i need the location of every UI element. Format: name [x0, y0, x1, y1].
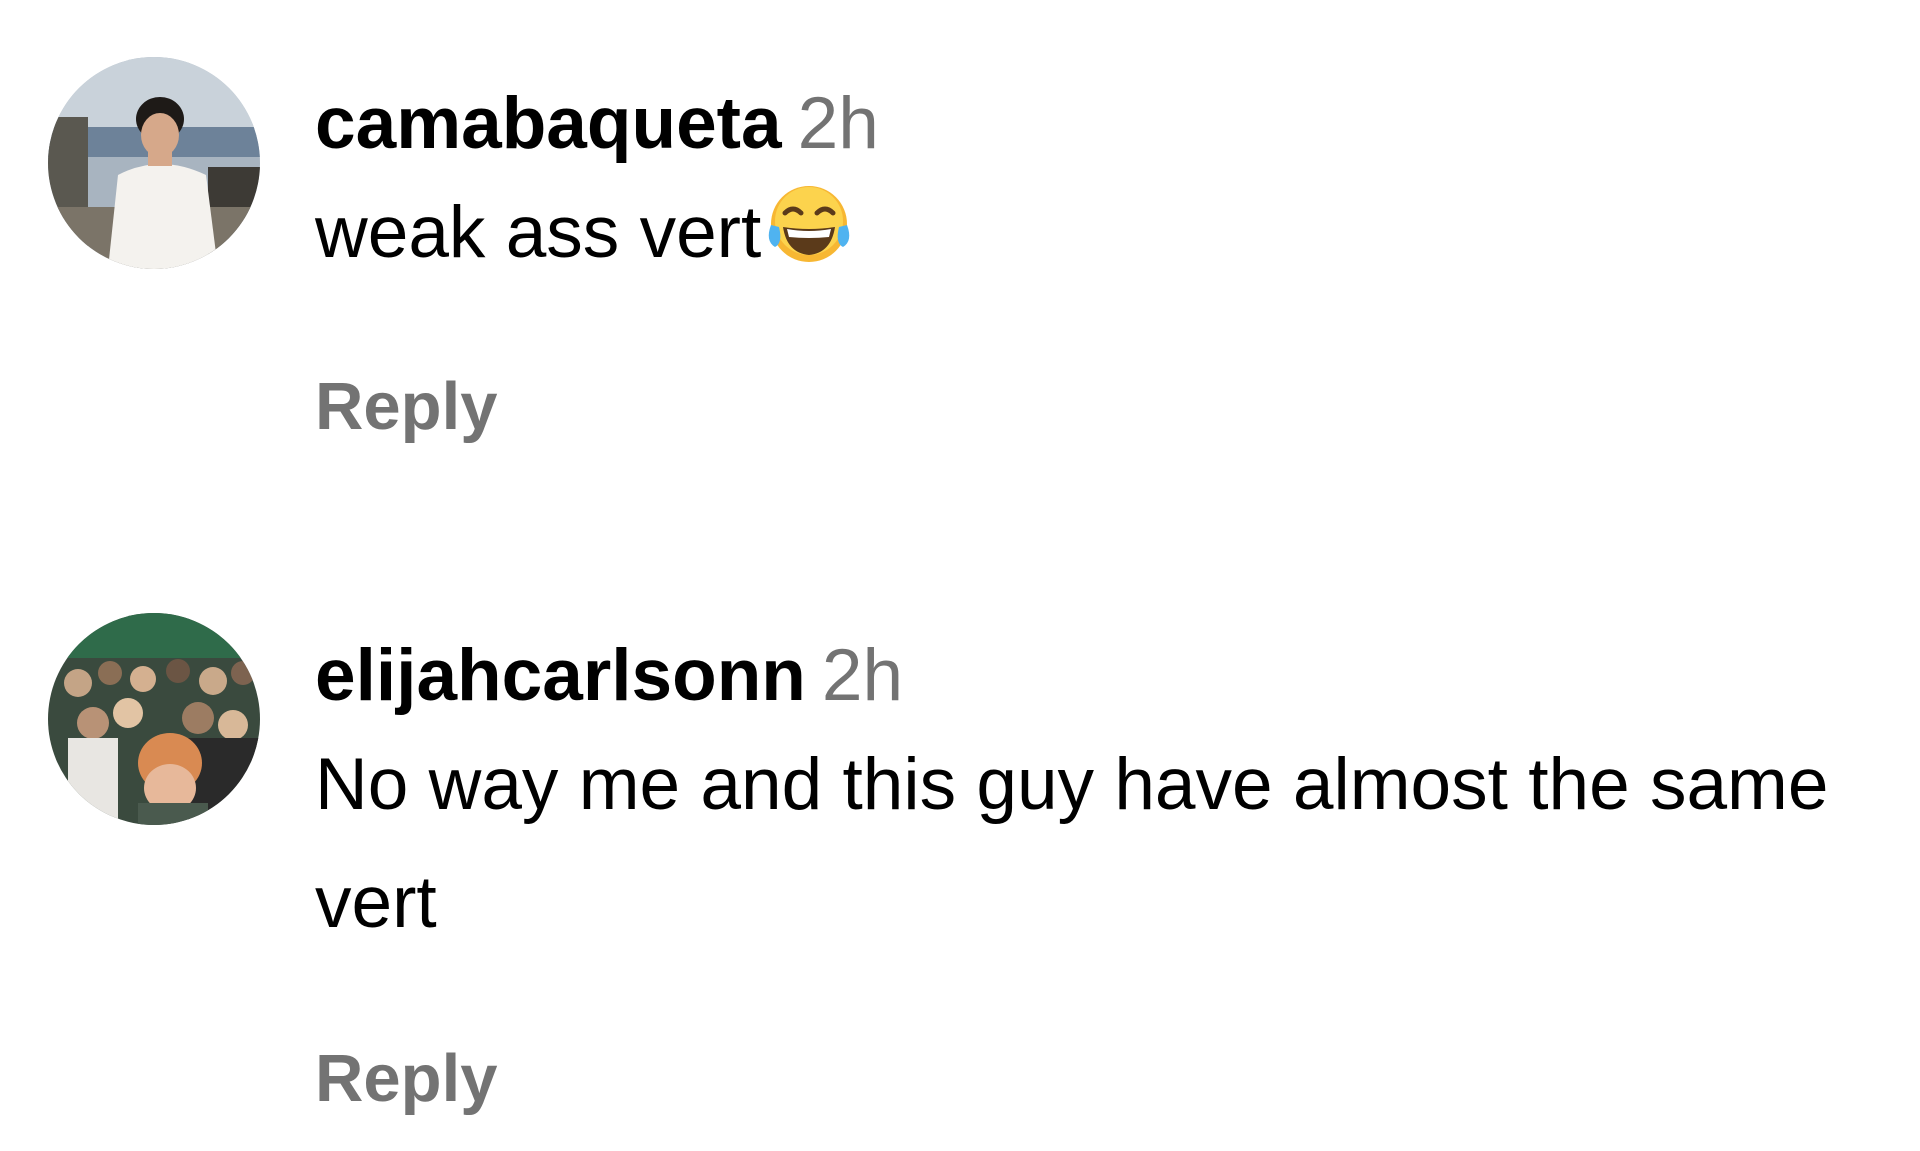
comment-text: No way me and this guy have almost the s… [315, 744, 1829, 943]
avatar-photo [48, 57, 260, 269]
face-with-tears-of-joy-icon [763, 181, 855, 267]
username[interactable]: camabaqueta [315, 83, 782, 164]
username[interactable]: elijahcarlsonn [315, 635, 806, 716]
avatar[interactable] [48, 613, 260, 825]
reply-button[interactable]: Reply [315, 1039, 497, 1119]
comment-header: camabaqueta 2h [315, 74, 1880, 174]
avatar[interactable] [48, 57, 260, 269]
comment-text: weak ass vert [315, 174, 1880, 292]
reply-button[interactable]: Reply [315, 367, 497, 447]
comment-header: elijahcarlsonn 2h [315, 626, 1880, 726]
avatar-photo [48, 613, 260, 825]
comment-timestamp: 2h [821, 635, 904, 716]
comment-timestamp: 2h [797, 83, 879, 164]
comment-text-content: weak ass vert [315, 192, 762, 273]
